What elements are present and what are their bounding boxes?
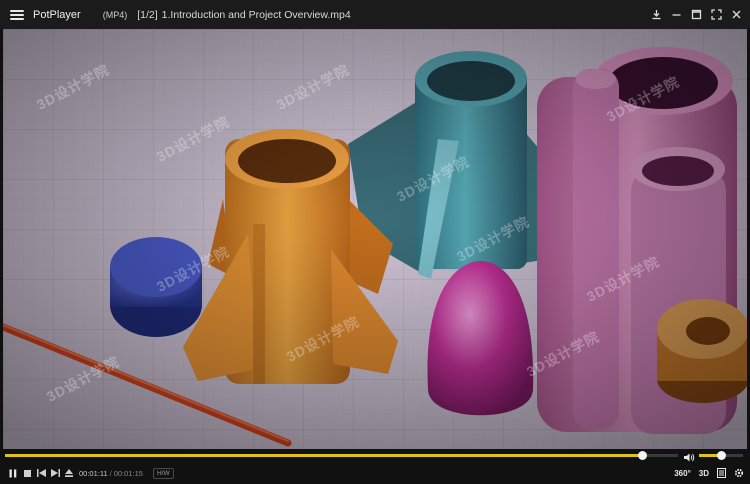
volume-slider[interactable] [699, 451, 743, 460]
control-bar: 00:01:11 / 00:01:15 H/W 360° 3D [0, 462, 750, 484]
stop-icon[interactable] [23, 468, 31, 478]
fullscreen-icon[interactable] [711, 9, 722, 20]
seek-progress [5, 454, 643, 457]
playlist-icon[interactable] [717, 468, 726, 478]
hw-decoder-button[interactable]: H/W [152, 467, 174, 479]
minimize-icon[interactable] [671, 9, 682, 20]
menu-icon[interactable] [10, 9, 24, 20]
maximize-icon[interactable] [691, 9, 702, 20]
download-icon[interactable] [651, 9, 662, 20]
next-icon[interactable] [51, 468, 60, 478]
format-tag: (MP4) [102, 9, 128, 20]
total-time: 00:01:15 [113, 468, 143, 478]
gear-icon[interactable] [734, 468, 744, 478]
eject-icon[interactable] [65, 468, 73, 478]
video-area[interactable]: 3D设计学院 3D设计学院 3D设计学院 3D设计学院 3D设计学院 3D设计学… [3, 29, 747, 449]
vr-360-button[interactable]: 360° [674, 469, 691, 478]
3d-button[interactable]: 3D [699, 469, 709, 478]
pause-icon[interactable] [9, 468, 17, 478]
current-time: 00:01:11 [79, 468, 108, 478]
title-bar: PotPlayer (MP4) [1/2] 1.Introduction and… [0, 0, 750, 29]
close-icon[interactable] [731, 9, 742, 20]
previous-icon[interactable] [37, 468, 46, 478]
file-title: 1.Introduction and Project Overview.mp4 [161, 8, 351, 21]
volume-icon[interactable] [683, 450, 695, 462]
seek-handle[interactable] [638, 451, 648, 460]
seek-bar[interactable] [5, 451, 678, 460]
app-name[interactable]: PotPlayer [33, 9, 81, 21]
time-separator: / [109, 468, 112, 478]
volume-handle[interactable] [717, 451, 726, 460]
playlist-position: [1/2] [137, 8, 158, 21]
seek-bar-row [0, 449, 750, 462]
